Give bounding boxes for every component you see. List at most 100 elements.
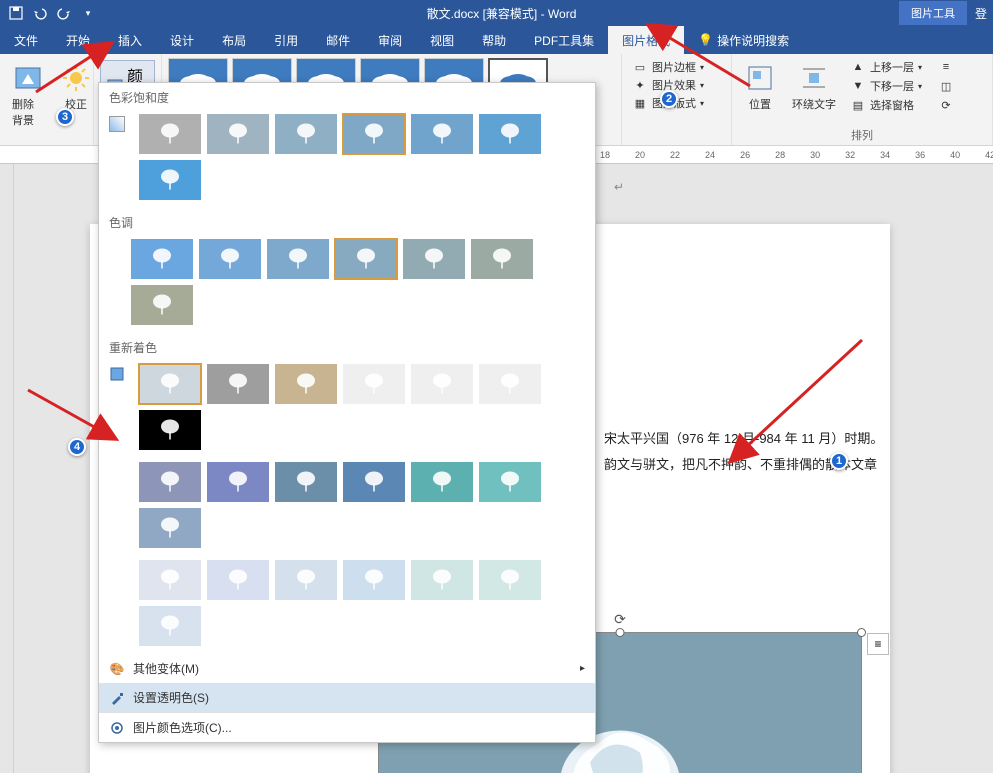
color-swatch[interactable] bbox=[207, 462, 269, 502]
annotation-badge-1: 1 bbox=[830, 452, 848, 470]
color-swatch[interactable] bbox=[139, 160, 201, 200]
color-swatch[interactable] bbox=[131, 239, 193, 279]
color-swatch[interactable] bbox=[139, 606, 201, 646]
layoutfmt-icon: ▦ bbox=[632, 95, 648, 111]
align-button[interactable]: ≡ bbox=[934, 58, 958, 76]
tab-insert[interactable]: 插入 bbox=[104, 26, 156, 54]
color-swatch[interactable] bbox=[139, 114, 201, 154]
color-swatch[interactable] bbox=[403, 239, 465, 279]
contextual-tab-label: 图片工具 bbox=[899, 1, 967, 25]
quick-access-toolbar: ▾ bbox=[0, 2, 104, 24]
color-swatch[interactable] bbox=[207, 560, 269, 600]
color-swatch[interactable] bbox=[479, 560, 541, 600]
qat-more-icon[interactable]: ▾ bbox=[76, 2, 100, 24]
saturation-section-title: 色彩饱和度 bbox=[99, 83, 595, 110]
saturation-swatches bbox=[129, 110, 595, 208]
bring-fwd-icon: ▲ bbox=[850, 59, 866, 75]
tab-mailings[interactable]: 邮件 bbox=[312, 26, 364, 54]
redo-button[interactable] bbox=[52, 2, 76, 24]
more-variations-label: 其他变体(M) bbox=[133, 660, 199, 677]
position-button[interactable]: 位置 bbox=[738, 58, 782, 116]
save-button[interactable] bbox=[4, 2, 28, 24]
tab-view[interactable]: 视图 bbox=[416, 26, 468, 54]
tab-home[interactable]: 开始 bbox=[52, 26, 104, 54]
color-swatch[interactable] bbox=[479, 114, 541, 154]
color-swatch[interactable] bbox=[411, 364, 473, 404]
tab-pdf[interactable]: PDF工具集 bbox=[520, 26, 608, 54]
color-swatch[interactable] bbox=[411, 560, 473, 600]
border-icon: ▭ bbox=[632, 59, 648, 75]
selection-pane-button[interactable]: ▤选择窗格 bbox=[846, 96, 926, 114]
tone-section-title: 色调 bbox=[99, 208, 595, 235]
recolor-section-title: 重新着色 bbox=[99, 333, 595, 360]
rotate-handle-icon[interactable]: ⟳ bbox=[614, 611, 626, 628]
bring-forward-button[interactable]: ▲上移一层▾ bbox=[846, 58, 926, 76]
color-swatch[interactable] bbox=[207, 114, 269, 154]
lightbulb-icon: 💡 bbox=[698, 33, 713, 47]
recolor-swatches-row bbox=[129, 360, 595, 458]
color-swatch[interactable] bbox=[199, 239, 261, 279]
color-swatch[interactable] bbox=[139, 364, 201, 404]
text-line: 宋太平兴国（976 年 12 月-984 年 11 月）时期。 bbox=[604, 426, 883, 452]
arrange-group-label: 排列 bbox=[732, 127, 992, 143]
picture-effects-button[interactable]: ✦图片效果▾ bbox=[628, 76, 725, 94]
tab-review[interactable]: 审阅 bbox=[364, 26, 416, 54]
color-swatch[interactable] bbox=[343, 364, 405, 404]
layout-options-button[interactable]: ≡ bbox=[867, 633, 889, 655]
group-button[interactable]: ◫ bbox=[934, 77, 958, 95]
color-options-icon bbox=[109, 720, 125, 736]
ribbon-group-arrange: 位置 环绕文字 ▲上移一层▾ ▼下移一层▾ ▤选择窗格 ≡ ◫ ⟳ 排列 bbox=[732, 54, 993, 145]
recolor-swatches-row bbox=[129, 556, 595, 654]
chevron-down-icon: ▾ bbox=[700, 81, 704, 90]
send-backward-button[interactable]: ▼下移一层▾ bbox=[846, 77, 926, 95]
wrap-text-button[interactable]: 环绕文字 bbox=[786, 58, 842, 116]
color-swatch[interactable] bbox=[139, 462, 201, 502]
remove-bg-icon bbox=[12, 62, 44, 94]
tell-me-search[interactable]: 💡 操作说明搜索 bbox=[684, 26, 803, 54]
color-swatch[interactable] bbox=[411, 462, 473, 502]
color-swatch[interactable] bbox=[275, 560, 337, 600]
color-swatch[interactable] bbox=[267, 239, 329, 279]
resize-handle[interactable] bbox=[616, 628, 625, 637]
color-swatch[interactable] bbox=[207, 364, 269, 404]
color-swatch[interactable] bbox=[411, 114, 473, 154]
color-swatch[interactable] bbox=[343, 462, 405, 502]
remove-background-button[interactable]: 删除背景 bbox=[6, 58, 50, 132]
sun-icon bbox=[60, 62, 92, 94]
set-transparent-color-item[interactable]: 设置透明色(S) bbox=[99, 683, 595, 712]
color-swatch[interactable] bbox=[479, 364, 541, 404]
tab-picture-format[interactable]: 图片格式 bbox=[608, 26, 684, 54]
color-swatch[interactable] bbox=[139, 410, 201, 450]
color-swatch[interactable] bbox=[275, 114, 337, 154]
send-back-icon: ▼ bbox=[850, 78, 866, 94]
color-swatch[interactable] bbox=[131, 285, 193, 325]
picture-color-options-item[interactable]: 图片颜色选项(C)... bbox=[99, 712, 595, 742]
color-swatch[interactable] bbox=[139, 560, 201, 600]
position-icon bbox=[744, 62, 776, 94]
tab-layout[interactable]: 布局 bbox=[208, 26, 260, 54]
color-swatch[interactable] bbox=[471, 239, 533, 279]
tab-design[interactable]: 设计 bbox=[156, 26, 208, 54]
more-variations-item[interactable]: 🎨 其他变体(M) ▸ bbox=[99, 654, 595, 683]
login-button[interactable]: 登 bbox=[975, 5, 993, 22]
color-swatch[interactable] bbox=[335, 239, 397, 279]
tab-references[interactable]: 引用 bbox=[260, 26, 312, 54]
tab-file[interactable]: 文件 bbox=[0, 26, 52, 54]
color-swatch[interactable] bbox=[479, 462, 541, 502]
eyedropper-icon bbox=[109, 690, 125, 706]
align-icon: ≡ bbox=[938, 59, 954, 75]
picture-border-button[interactable]: ▭图片边框▾ bbox=[628, 58, 725, 76]
saturation-icon bbox=[109, 116, 125, 132]
palette-icon: 🎨 bbox=[109, 661, 125, 677]
color-swatch[interactable] bbox=[343, 560, 405, 600]
chevron-right-icon: ▸ bbox=[580, 663, 585, 674]
color-swatch[interactable] bbox=[275, 462, 337, 502]
resize-handle[interactable] bbox=[857, 628, 866, 637]
color-swatch[interactable] bbox=[275, 364, 337, 404]
color-swatch[interactable] bbox=[343, 114, 405, 154]
tab-help[interactable]: 帮助 bbox=[468, 26, 520, 54]
rotate-button[interactable]: ⟳ bbox=[934, 96, 958, 114]
undo-button[interactable] bbox=[28, 2, 52, 24]
color-dropdown-popup: 色彩饱和度 色调 重新着色 🎨 其他变体(M) ▸ 设置透明色(S) 图片颜色选… bbox=[98, 82, 596, 743]
color-swatch[interactable] bbox=[139, 508, 201, 548]
